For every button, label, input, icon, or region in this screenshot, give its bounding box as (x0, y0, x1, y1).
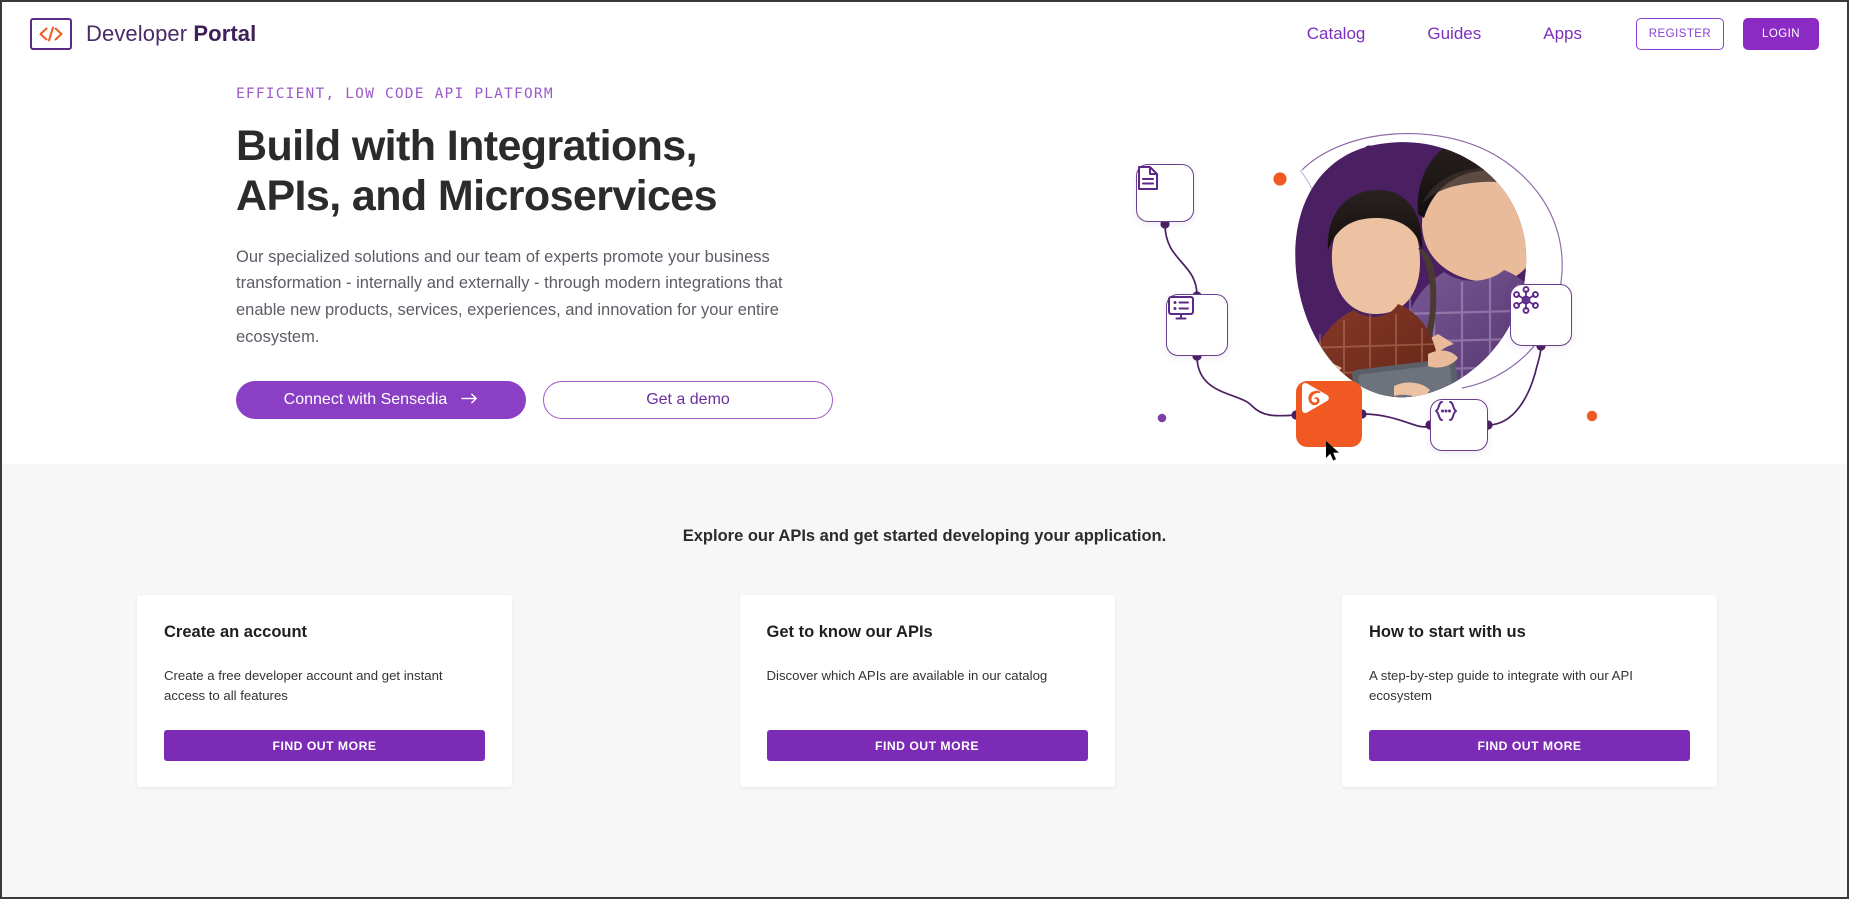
info-card-title: Get to know our APIs (766, 623, 933, 641)
get-a-demo-button[interactable]: Get a demo (543, 380, 833, 419)
hero-description: Our specialized solutions and our team o… (236, 247, 783, 346)
brand-suffix: Portal (193, 21, 257, 46)
arrow-right-icon (461, 391, 478, 409)
find-out-more-button-know-apis[interactable]: FIND OUT MORE (766, 730, 1088, 761)
site-header: Developer Portal Catalog Guides Apps REG… (2, 2, 1847, 66)
info-card-description: Discover which APIs are available in our… (766, 668, 1048, 683)
nav-link-apps[interactable]: Apps (1512, 24, 1613, 44)
nav-link-catalog[interactable]: Catalog (1276, 24, 1397, 44)
hero-illustration (1122, 66, 1622, 464)
hero-title-line2: APIs, and Microservices (236, 171, 718, 220)
brand-logo-link[interactable]: Developer Portal (30, 18, 256, 50)
info-card-description: A step-by-step guide to integrate with o… (1369, 668, 1633, 704)
connect-button-label: Connect with Sensedia (283, 390, 448, 408)
page-title: Build with Integrations, APIs, and Micro… (236, 122, 876, 222)
network-hub-icon-card[interactable] (1510, 284, 1572, 346)
nav-link-guides[interactable]: Guides (1396, 24, 1512, 44)
info-card-how-to-start: How to start with us A step-by-step guid… (1342, 595, 1717, 787)
connect-with-sensedia-button[interactable]: Connect with Sensedia (236, 380, 526, 419)
hero-section: EFFICIENT, LOW CODE API PLATFORM Build w… (2, 66, 1847, 464)
explore-heading: Explore our APIs and get started develop… (682, 527, 1167, 545)
hero-title-line1: Build with Integrations, (236, 122, 698, 170)
curly-braces-icon-card[interactable] (1430, 399, 1488, 451)
register-button[interactable]: REGISTER (1636, 18, 1724, 50)
info-card-title: How to start with us (1369, 623, 1526, 641)
brand-prefix: Developer (86, 21, 194, 46)
document-icon-card[interactable] (1136, 164, 1194, 222)
hero-cta-group: Connect with Sensedia Get a demo (236, 380, 876, 419)
explore-section: Explore our APIs and get started develop… (2, 464, 1847, 897)
info-card-title: Create an account (164, 623, 308, 641)
code-brackets-icon (30, 18, 72, 50)
page-root: Developer Portal Catalog Guides Apps REG… (2, 2, 1847, 897)
hero-eyebrow: EFFICIENT, LOW CODE API PLATFORM (236, 86, 554, 102)
main-nav: Catalog Guides Apps REGISTER LOGIN (1276, 18, 1819, 50)
info-card-description: Create a free developer account and get … (164, 668, 443, 704)
hero-art-graphics (1157, 132, 1598, 430)
info-card-know-apis: Get to know our APIs Discover which APIs… (739, 595, 1115, 787)
hero-copy: EFFICIENT, LOW CODE API PLATFORM Build w… (236, 86, 876, 419)
monitor-list-icon-card[interactable] (1166, 294, 1228, 356)
login-button[interactable]: LOGIN (1743, 18, 1819, 50)
find-out-more-button-create-account[interactable]: FIND OUT MORE (164, 730, 485, 761)
sensedia-logo-icon-card[interactable] (1296, 381, 1362, 447)
info-cards-row: Create an account Create a free develope… (137, 595, 1717, 787)
find-out-more-button-how-to-start[interactable]: FIND OUT MORE (1369, 730, 1690, 761)
brand-title: Developer Portal (86, 21, 256, 47)
info-card-create-account: Create an account Create a free develope… (137, 595, 512, 787)
